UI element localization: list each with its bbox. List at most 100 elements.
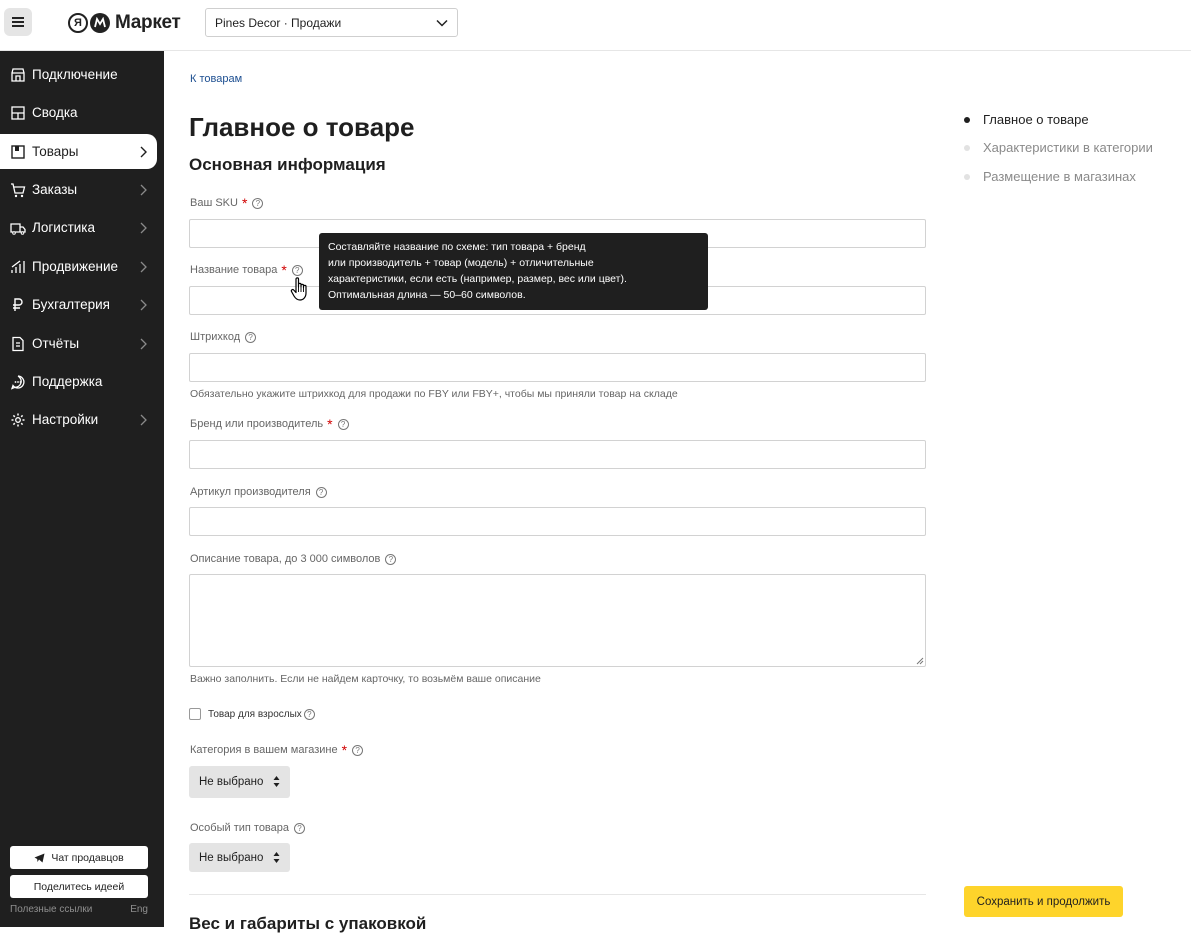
yandex-logo-icon: Я xyxy=(68,13,88,33)
section-title: Основная информация xyxy=(189,155,386,174)
help-icon[interactable]: ? xyxy=(303,708,315,720)
chevron-right-icon xyxy=(140,146,147,157)
toc-item-placement[interactable]: Размещение в магазинах xyxy=(964,169,1136,184)
sidebar-footer: Полезные ссылки Eng xyxy=(10,904,148,915)
description-label-text: Описание товара, до 3 000 символов xyxy=(190,553,381,565)
category-select[interactable]: Не выбрано xyxy=(189,766,290,798)
help-icon[interactable]: ? xyxy=(245,331,257,343)
next-section-title: Вес и габариты с упаковкой xyxy=(189,914,427,933)
adult-label: Товар для взрослых xyxy=(208,708,302,720)
chevron-right-icon xyxy=(140,414,147,425)
sidebar-item-support[interactable]: Поддержка xyxy=(0,364,157,399)
chevron-right-icon xyxy=(140,222,147,233)
vendor-code-input[interactable] xyxy=(189,507,926,536)
chat-icon xyxy=(10,374,25,390)
sidebar-item-summary[interactable]: Сводка xyxy=(0,95,157,130)
sidebar-item-label: Продвижение xyxy=(32,259,119,274)
category-select-value: Не выбрано xyxy=(199,776,264,788)
special-type-select[interactable]: Не выбрано xyxy=(189,843,290,872)
barcode-input[interactable] xyxy=(189,353,926,382)
ruble-icon xyxy=(13,297,23,311)
toc-dot xyxy=(964,173,970,180)
category-label: Категория в вашем магазине *? xyxy=(190,742,364,758)
market-logo[interactable]: Я Маркет xyxy=(68,12,181,34)
toc-item-label: Характеристики в категории xyxy=(983,140,1153,155)
sidebar-item-accounting[interactable]: Бухгалтерия xyxy=(0,287,157,322)
help-icon[interactable]: ? xyxy=(291,264,303,276)
sidebar-item-connection[interactable]: Подключение xyxy=(0,57,157,92)
description-textarea[interactable] xyxy=(189,574,926,667)
sidebar-item-label: Поддержка xyxy=(32,374,103,389)
sku-label-text: Ваш SKU xyxy=(190,197,238,209)
breadcrumb[interactable]: К товарам xyxy=(190,73,242,85)
name-help-tooltip: Составляйте название по схеме: тип товар… xyxy=(319,233,708,310)
useful-links[interactable]: Полезные ссылки xyxy=(10,904,92,915)
tooltip-line: или производитель + товар (модель) + отл… xyxy=(328,257,594,269)
toc-item-characteristics[interactable]: Характеристики в категории xyxy=(964,140,1153,155)
market-logo-icon xyxy=(90,13,110,33)
shop-selector[interactable]: Pines Decor · Продажи xyxy=(205,8,458,37)
sidebar-item-logistics[interactable]: Логистика xyxy=(0,210,157,245)
gear-icon xyxy=(11,413,25,426)
description-hint: Важно заполнить. Если не найдем карточку… xyxy=(190,673,541,685)
chevron-right-icon xyxy=(140,261,147,272)
sidebar-item-products[interactable]: Товары xyxy=(0,134,157,169)
sidebar-item-label: Сводка xyxy=(32,105,78,120)
help-icon[interactable]: ? xyxy=(315,486,327,498)
sidebar-item-label: Настройки xyxy=(32,412,99,427)
barcode-label: Штрихкод? xyxy=(190,331,257,343)
sidebar-item-reports[interactable]: Отчёты xyxy=(0,326,157,361)
top-header: Я Маркет Pines Decor · Продажи xyxy=(0,0,1191,51)
help-icon[interactable]: ? xyxy=(337,418,349,430)
tooltip-line: Оптимальная длина — 50–60 символов. xyxy=(328,289,526,301)
sidebar-item-label: Товары xyxy=(32,144,79,159)
brand-label-text: Бренд или производитель xyxy=(190,418,324,430)
share-idea-button[interactable]: Поделитесь идеей xyxy=(10,875,148,898)
chevron-down-icon xyxy=(436,19,448,27)
help-icon[interactable]: ? xyxy=(385,553,397,565)
help-icon[interactable]: ? xyxy=(352,744,364,756)
help-icon[interactable]: ? xyxy=(252,197,264,209)
toc-item-label: Размещение в магазинах xyxy=(983,169,1136,184)
toc-item-main[interactable]: Главное о товаре xyxy=(964,112,1089,127)
toc-active-dot xyxy=(964,116,970,123)
seller-chat-button[interactable]: Чат продавцов xyxy=(10,846,148,869)
sidebar-item-label: Подключение xyxy=(32,67,118,82)
special-type-select-value: Не выбрано xyxy=(199,851,264,864)
chevron-right-icon xyxy=(140,184,147,195)
chevron-right-icon xyxy=(140,299,147,310)
help-icon[interactable]: ? xyxy=(294,822,306,834)
resize-handle-icon[interactable] xyxy=(916,657,924,665)
logo-text: Маркет xyxy=(115,12,181,33)
section-divider xyxy=(189,894,926,895)
vendor-code-label-text: Артикул производителя xyxy=(190,486,311,498)
language-switch[interactable]: Eng xyxy=(130,904,148,915)
required-mark: * xyxy=(341,742,348,758)
menu-icon[interactable] xyxy=(4,8,32,36)
tooltip-line: Составляйте название по схеме: тип товар… xyxy=(328,241,586,253)
name-label-text: Название товара xyxy=(190,264,278,276)
chevron-right-icon xyxy=(140,338,147,349)
adult-checkbox[interactable] xyxy=(189,708,201,720)
toc-item-label: Главное о товаре xyxy=(983,112,1089,127)
required-mark: * xyxy=(327,416,333,432)
sidebar-item-settings[interactable]: Настройки xyxy=(0,402,157,437)
required-mark: * xyxy=(281,262,287,278)
sidebar: Подключение Сводка Товары Заказы Логисти… xyxy=(0,51,164,927)
brand-input[interactable] xyxy=(189,440,926,469)
description-label: Описание товара, до 3 000 символов? xyxy=(190,553,397,565)
barcode-label-text: Штрихкод xyxy=(190,331,241,343)
sidebar-item-promotion[interactable]: Продвижение xyxy=(0,249,157,284)
box-icon xyxy=(11,144,25,159)
telegram-icon xyxy=(34,853,45,862)
hand-cursor-icon xyxy=(290,277,307,301)
sort-arrows-icon xyxy=(273,852,280,863)
adult-checkbox-row[interactable]: Товар для взрослых ? xyxy=(189,708,315,720)
sidebar-item-orders[interactable]: Заказы xyxy=(0,172,157,207)
store-icon xyxy=(11,67,25,82)
truck-icon xyxy=(10,222,26,235)
save-and-continue-button[interactable]: Сохранить и продолжить xyxy=(964,886,1123,917)
name-label: Название товара *? xyxy=(190,262,303,278)
chart-icon xyxy=(11,259,25,273)
shop-name: Pines Decor · Продажи xyxy=(215,15,342,30)
